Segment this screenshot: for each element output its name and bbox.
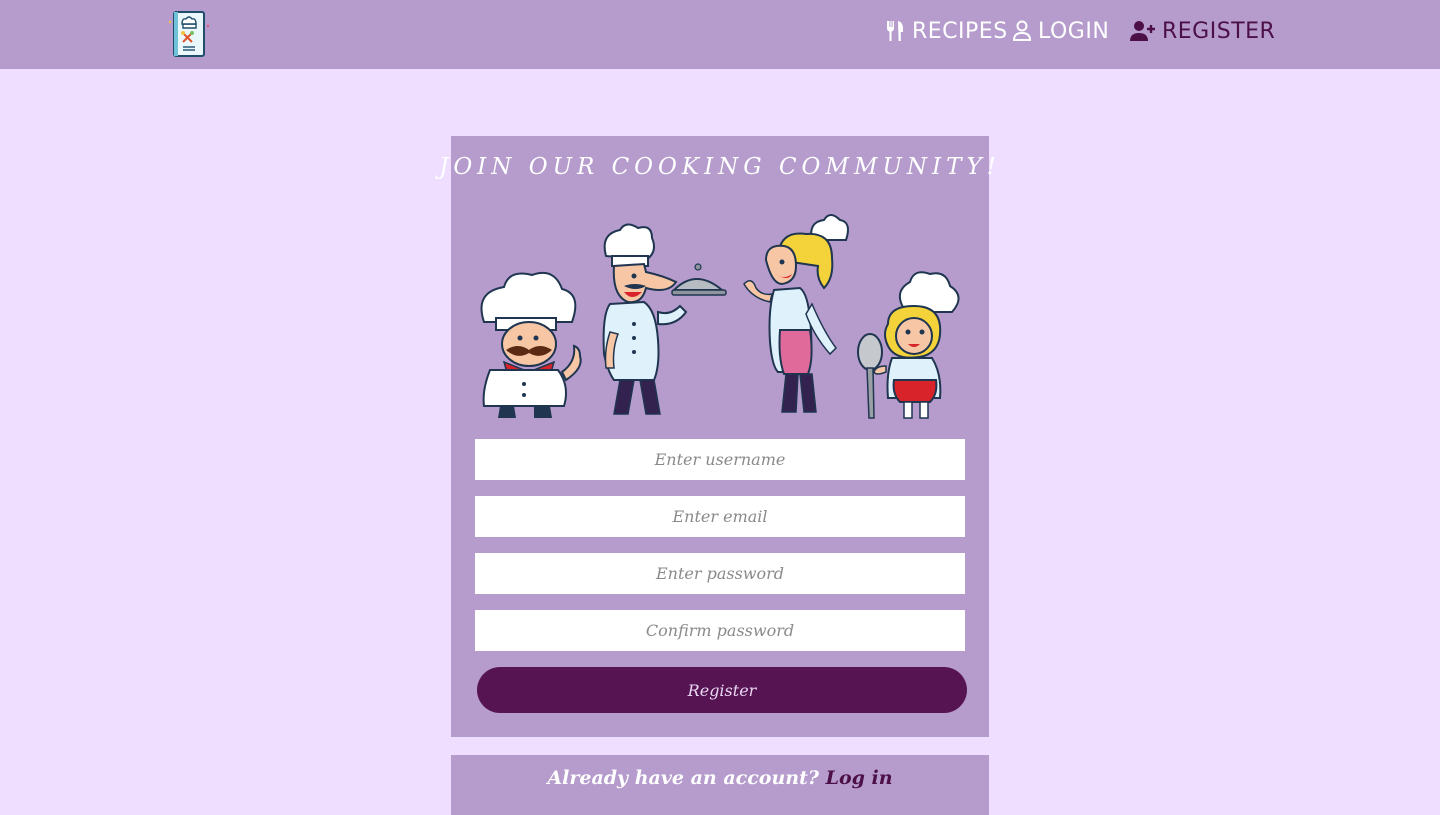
nav-register-link[interactable]: REGISTER	[1130, 14, 1275, 48]
register-button[interactable]: Register	[477, 667, 967, 713]
logo-icon[interactable]	[167, 10, 211, 58]
password-input[interactable]	[475, 553, 965, 594]
username-input[interactable]	[475, 439, 965, 480]
login-prompt-text: Already have an account?	[547, 767, 819, 789]
user-plus-icon	[1130, 20, 1156, 42]
user-icon	[1012, 20, 1032, 42]
nav-login-label: LOGIN	[1038, 18, 1110, 44]
register-title: JOIN OUR COOKING COMMUNITY!	[439, 154, 1001, 180]
nav-recipes-link[interactable]: RECIPES	[884, 14, 1008, 48]
login-link[interactable]: Log in	[826, 767, 893, 789]
top-navbar: RECIPES LOGIN REGISTER	[0, 0, 1440, 69]
nav-recipes-label: RECIPES	[912, 18, 1008, 44]
confirm-password-input[interactable]	[475, 610, 965, 651]
login-prompt: Already have an account? Log in	[451, 767, 989, 789]
chefs-illustration	[474, 212, 966, 420]
nav-login-link[interactable]: LOGIN	[1012, 14, 1109, 48]
nav-register-label: REGISTER	[1162, 18, 1276, 44]
email-input[interactable]	[475, 496, 965, 537]
utensils-icon	[884, 20, 906, 42]
